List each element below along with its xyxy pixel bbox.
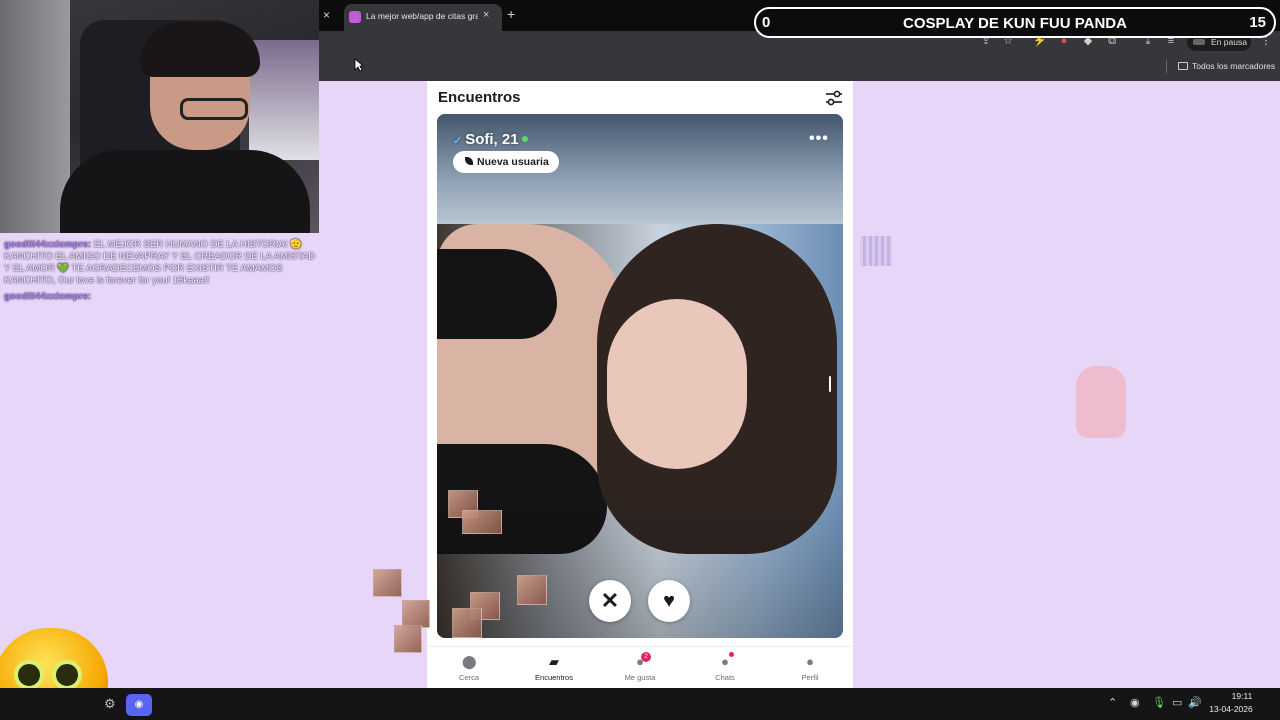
emote-overlay xyxy=(373,569,402,597)
mouse-cursor-icon xyxy=(354,58,364,72)
praying-hands-emote xyxy=(1076,366,1126,438)
site-favicon-icon xyxy=(349,11,361,23)
cards-icon: ▰ xyxy=(549,654,559,669)
network-icon[interactable]: ▭ xyxy=(1172,696,1182,709)
nav-label: Cerca xyxy=(458,673,479,682)
more-options-icon[interactable]: ••• xyxy=(809,130,829,148)
location-pin-icon: ⬤ xyxy=(462,654,477,669)
nav-label: Chats xyxy=(715,673,735,682)
chat-message: goodlii44xxiompre: EL MEJOR SER HUMANO D… xyxy=(4,239,316,287)
new-tab-button[interactable]: + xyxy=(507,6,515,22)
dislike-button[interactable]: ✕ xyxy=(589,580,631,622)
stream-chat: goodlii44xxiompre: EL MEJOR SER HUMANO D… xyxy=(4,239,316,307)
chat-message: goodlii44xxiompre: xyxy=(4,291,316,303)
nav-label: Encuentros xyxy=(535,673,573,682)
profile-name-text: Sofi, 21 xyxy=(465,131,519,148)
emote-eye xyxy=(52,660,82,690)
taskbar: ⚙ ◉ ⌃ ◉ 🎙 ▭ 🔊 19:11 13-04-2026 xyxy=(0,688,1280,720)
profile-status: En pausa xyxy=(1211,37,1247,47)
nav-label: Perfil xyxy=(801,673,819,682)
active-tab[interactable]: La mejor web/app de citas gratis × xyxy=(344,4,502,31)
chat-icon: ● xyxy=(718,652,734,669)
nav-item-chats[interactable]: ● Chats xyxy=(690,652,760,682)
chevron-up-icon[interactable]: ⌃ xyxy=(1108,696,1117,709)
photo-scroll-indicator xyxy=(829,376,831,392)
emote-overlay xyxy=(394,625,422,653)
stream-title: COSPLAY DE KUN FUU PANDA xyxy=(903,15,1127,32)
emote-overlay xyxy=(452,608,482,638)
photo-shape xyxy=(437,249,557,339)
emote-eye xyxy=(14,660,44,690)
like-button[interactable]: ♥ xyxy=(648,580,690,622)
photo-shape xyxy=(607,299,747,469)
divider xyxy=(1166,60,1167,73)
right-counter: 15 xyxy=(1249,14,1266,31)
online-status-dot xyxy=(521,136,528,142)
leaf-icon xyxy=(465,157,473,165)
nav-label: Me gusta xyxy=(624,673,656,682)
page-title: Encuentros xyxy=(438,89,521,106)
discord-icon[interactable]: ◉ xyxy=(126,694,152,716)
nav-item-me-gusta[interactable]: ● 2 Me gusta xyxy=(605,652,675,682)
all-bookmarks-button[interactable]: Todos los marcadores xyxy=(1178,61,1275,71)
unread-dot xyxy=(729,652,734,657)
clock-time[interactable]: 19:11 xyxy=(1222,691,1262,701)
nav-item-perfil[interactable]: ● Perfil xyxy=(775,654,845,683)
microphone-icon[interactable]: 🎙 xyxy=(1152,696,1166,709)
volume-icon[interactable]: 🔊 xyxy=(1188,696,1202,709)
emote-overlay xyxy=(402,600,430,628)
chat-username: goodlii44xxiompre: xyxy=(4,239,92,250)
bottom-navigation: ⬤ Cerca ▰ Encuentros ● 2 Me gusta ● Chats… xyxy=(427,646,853,688)
stream-title-overlay: 0 COSPLAY DE KUN FUU PANDA 15 xyxy=(754,7,1276,38)
profile-card[interactable]: ✓ Sofi, 21 ••• Nueva usuaria ✕ ♥ xyxy=(437,114,843,638)
tab-title: La mejor web/app de citas gratis xyxy=(366,11,478,21)
chat-username: goodlii44xxiompre: xyxy=(4,291,92,302)
new-user-badge: Nueva usuaria xyxy=(453,151,559,173)
steam-icon[interactable]: ⚙ xyxy=(104,696,116,712)
likes-icon: ● 2 xyxy=(633,652,651,669)
nav-item-encuentros[interactable]: ▰ Encuentros xyxy=(519,654,589,683)
close-tab-icon[interactable]: × xyxy=(323,8,330,22)
filter-sliders-icon[interactable] xyxy=(824,89,844,107)
profile-name: ✓ Sofi, 21 xyxy=(453,131,528,148)
nav-item-cerca[interactable]: ⬤ Cerca xyxy=(434,654,504,683)
clock-date[interactable]: 13-04-2026 xyxy=(1206,704,1256,714)
new-user-badge-label: Nueva usuaria xyxy=(477,156,549,168)
verified-check-icon: ✓ xyxy=(453,135,463,147)
notification-badge: 2 xyxy=(641,652,651,662)
discord-tray-icon[interactable]: ◉ xyxy=(1130,696,1140,709)
avatar xyxy=(1193,39,1205,45)
folder-icon xyxy=(1178,62,1188,70)
emote-overlay xyxy=(462,510,502,534)
person-icon: ● xyxy=(806,654,814,669)
emote-overlay xyxy=(517,575,547,605)
pixel-emote-overlay xyxy=(860,236,892,266)
bookmarks-bar: Todos los marcadores xyxy=(319,53,1280,81)
all-bookmarks-label: Todos los marcadores xyxy=(1192,61,1276,71)
webcam-feed xyxy=(0,0,319,233)
tab-close-icon[interactable]: × xyxy=(483,9,489,21)
